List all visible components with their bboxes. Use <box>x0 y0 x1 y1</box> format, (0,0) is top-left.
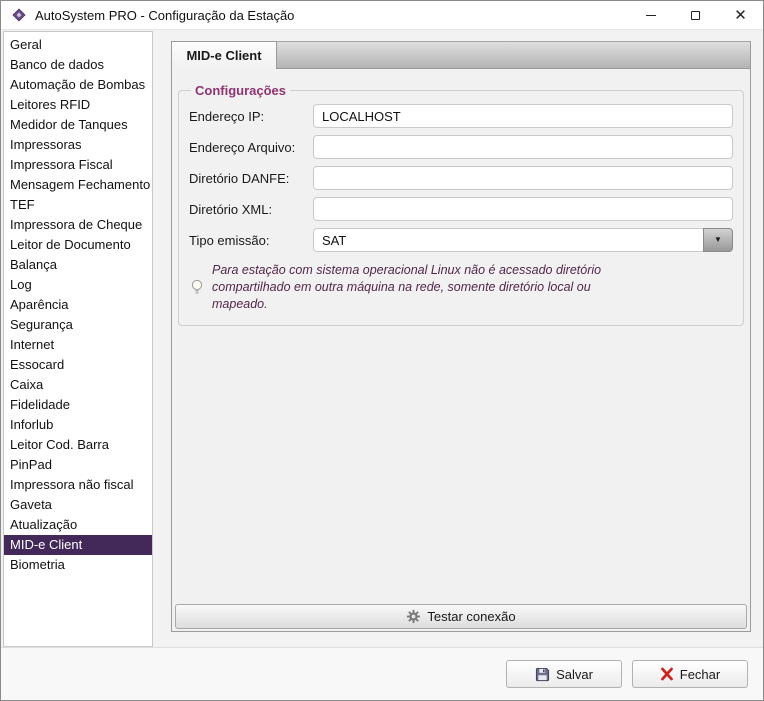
sidebar-item-fidelidade[interactable]: Fidelidade <box>4 395 152 415</box>
tab-mid-e-client[interactable]: MID-e Client <box>171 41 277 69</box>
test-connection-label: Testar conexão <box>427 609 515 624</box>
save-button-label: Salvar <box>556 667 593 682</box>
field-row-diretorio-xml: Diretório XML: <box>189 197 733 221</box>
endereco-arquivo-input[interactable] <box>313 135 733 159</box>
window-title: AutoSystem PRO - Configuração da Estação <box>35 8 294 23</box>
sidebar-item-gaveta[interactable]: Gaveta <box>4 495 152 515</box>
sidebar-item-impressora-de-cheque[interactable]: Impressora de Cheque <box>4 215 152 235</box>
info-note: Para estação com sistema operacional Lin… <box>212 262 604 313</box>
sidebar-item-leitores-rfid[interactable]: Leitores RFID <box>4 95 152 115</box>
footer: Salvar Fechar <box>1 647 763 700</box>
titlebar[interactable]: AutoSystem PRO - Configuração da Estação… <box>1 1 763 30</box>
sidebar-item-leitor-cod-barra[interactable]: Leitor Cod. Barra <box>4 435 152 455</box>
sidebar-item-balanca[interactable]: Balança <box>4 255 152 275</box>
endereco-ip-input[interactable] <box>313 104 733 128</box>
sidebar-item-pinpad[interactable]: PinPad <box>4 455 152 475</box>
tipo-emissao-dropdown-button[interactable]: ▼ <box>703 228 733 252</box>
maximize-button[interactable] <box>673 1 718 29</box>
sidebar-item-leitor-de-documento[interactable]: Leitor de Documento <box>4 235 152 255</box>
sidebar-item-geral[interactable]: Geral <box>4 35 152 55</box>
sidebar-item-log[interactable]: Log <box>4 275 152 295</box>
sidebar-item-atualizacao[interactable]: Atualização <box>4 515 152 535</box>
sidebar-item-impressoras[interactable]: Impressoras <box>4 135 152 155</box>
sidebar-item-essocard[interactable]: Essocard <box>4 355 152 375</box>
gear-icon <box>406 609 421 624</box>
save-button[interactable]: Salvar <box>506 660 622 688</box>
sidebar-item-aparencia[interactable]: Aparência <box>4 295 152 315</box>
close-icon: ✕ <box>734 8 747 23</box>
tipo-emissao-label: Tipo emissão: <box>189 233 313 248</box>
sidebar-item-medidor-de-tanques[interactable]: Medidor de Tanques <box>4 115 152 135</box>
app-icon <box>12 8 26 22</box>
field-row-tipo-emissao: Tipo emissão: ▼ <box>189 228 733 252</box>
diretorio-danfe-label: Diretório DANFE: <box>189 171 313 186</box>
sidebar-item-impressora-fiscal[interactable]: Impressora Fiscal <box>4 155 152 175</box>
endereco-arquivo-label: Endereço Arquivo: <box>189 140 313 155</box>
tipo-emissao-value[interactable] <box>313 228 703 252</box>
endereco-ip-label: Endereço IP: <box>189 109 313 124</box>
sidebar-item-mid-e-client[interactable]: MID-e Client <box>4 535 152 555</box>
sidebar-item-automacao-de-bombas[interactable]: Automação de Bombas <box>4 75 152 95</box>
tabbar: MID-e Client <box>171 41 751 68</box>
chevron-down-icon: ▼ <box>714 236 722 244</box>
sidebar-item-tef[interactable]: TEF <box>4 195 152 215</box>
sidebar-item-internet[interactable]: Internet <box>4 335 152 355</box>
close-x-icon <box>660 667 674 681</box>
form-fields: Endereço IP: Endereço Arquivo: Diretório D… <box>189 104 733 252</box>
close-window-button[interactable]: ✕ <box>718 1 763 29</box>
diretorio-xml-label: Diretório XML: <box>189 202 313 217</box>
configuracoes-groupbox: Configurações Endereço IP: Endereço Arqui… <box>178 83 744 326</box>
app-window: AutoSystem PRO - Configuração da Estação… <box>0 0 764 701</box>
field-row-diretorio-danfe: Diretório DANFE: <box>189 166 733 190</box>
sidebar-item-inforlub[interactable]: Inforlub <box>4 415 152 435</box>
diretorio-danfe-input[interactable] <box>313 166 733 190</box>
sidebar-item-seguranca[interactable]: Segurança <box>4 315 152 335</box>
sidebar-item-biometria[interactable]: Biometria <box>4 555 152 575</box>
tipo-emissao-select[interactable]: ▼ <box>313 228 733 252</box>
sidebar-item-caixa[interactable]: Caixa <box>4 375 152 395</box>
tab-strip-filler <box>277 41 751 68</box>
info-note-row: Para estação com sistema operacional Lin… <box>191 262 733 313</box>
field-row-endereco-ip: Endereço IP: <box>189 104 733 128</box>
groupbox-title: Configurações <box>191 83 290 98</box>
minimize-icon <box>646 15 656 16</box>
lightbulb-icon <box>191 279 203 296</box>
tab-content: Configurações Endereço IP: Endereço Arqui… <box>171 68 751 632</box>
main-panel: MID-e Client Configurações Endereço IP:E… <box>171 41 751 631</box>
test-connection-button[interactable]: Testar conexão <box>175 604 747 629</box>
field-row-endereco-arquivo: Endereço Arquivo: <box>189 135 733 159</box>
sidebar-item-banco-de-dados[interactable]: Banco de dados <box>4 55 152 75</box>
close-button[interactable]: Fechar <box>632 660 748 688</box>
diretorio-xml-input[interactable] <box>313 197 733 221</box>
close-button-label: Fechar <box>680 667 720 682</box>
sidebar: GeralBanco de dadosAutomação de BombasLe… <box>3 31 153 647</box>
window-controls: ✕ <box>628 1 763 29</box>
sidebar-item-impressora-nao-fiscal[interactable]: Impressora não fiscal <box>4 475 152 495</box>
sidebar-item-mensagem-fechamento[interactable]: Mensagem Fechamento <box>4 175 152 195</box>
maximize-icon <box>691 11 700 20</box>
minimize-button[interactable] <box>628 1 673 29</box>
save-icon <box>535 667 550 682</box>
